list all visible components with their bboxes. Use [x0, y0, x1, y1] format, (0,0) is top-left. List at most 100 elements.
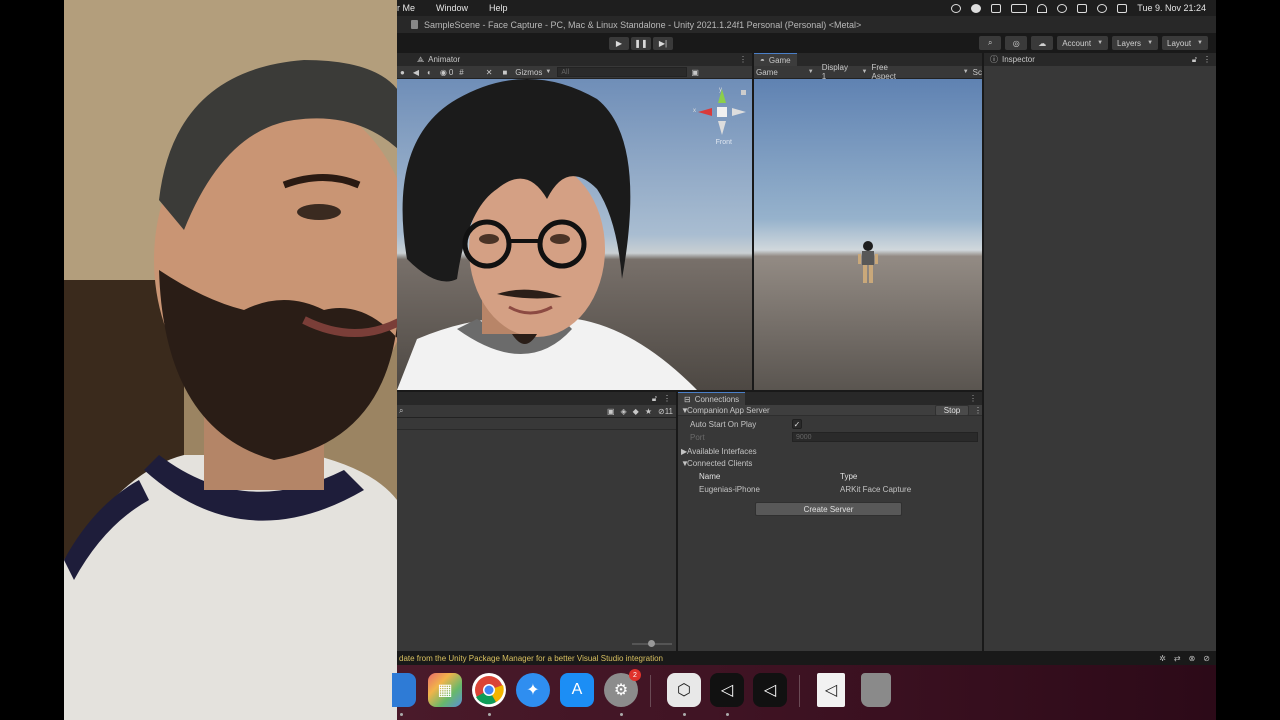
finder-icon[interactable] [392, 673, 416, 707]
client-name[interactable]: Eugenias-iPhone [699, 485, 760, 494]
game-mode-dropdown[interactable]: Game [756, 68, 778, 77]
battery-icon[interactable] [1011, 3, 1028, 13]
cloud-button[interactable]: ☁ [1031, 36, 1054, 50]
play-button[interactable]: ▶ [609, 37, 629, 50]
record-icon[interactable] [971, 3, 982, 13]
panel-divider[interactable] [982, 53, 984, 651]
stop-button[interactable]: Stop [935, 405, 969, 416]
hidden-objects-icon[interactable]: ◉ [440, 68, 447, 77]
server-section-label[interactable]: Companion App Server [687, 406, 770, 415]
tab-inspector[interactable]: ⓘ Inspector [984, 53, 1041, 66]
launchpad-icon[interactable]: ▦ [428, 673, 462, 707]
user-icon[interactable] [1057, 3, 1068, 13]
layer-count: 0 [448, 67, 454, 77]
kebab-menu-icon[interactable]: ⋮ [663, 394, 671, 403]
unity-editor-icon-2[interactable]: ◁ [753, 673, 787, 707]
layout-dropdown[interactable]: Layout ▼ [1162, 36, 1208, 50]
control-center-icon[interactable] [1077, 3, 1088, 13]
camera-icon[interactable]: ■ [502, 68, 507, 77]
layers-dropdown[interactable]: Layers ▼ [1112, 36, 1159, 50]
menu-item-partial[interactable]: r Me [397, 3, 415, 13]
playback-controls: ▶ ❚❚ ▶| [609, 37, 673, 50]
project-panel [397, 418, 676, 651]
auto-start-checkbox[interactable]: ✓ [792, 419, 802, 429]
safari-icon[interactable]: ✦ [516, 673, 550, 707]
unity-menu-icon[interactable] [951, 3, 962, 13]
layers-label: Layers [1117, 38, 1142, 48]
search-icon[interactable] [1097, 3, 1108, 13]
chevron-down-icon: ▼ [1147, 40, 1154, 46]
check-icon[interactable]: ⊘ [1203, 654, 1210, 663]
maximize-icon[interactable]: ▣ [691, 68, 699, 77]
search-button[interactable]: ⌕ [979, 36, 1002, 50]
tools-icon[interactable]: ✕ [486, 68, 493, 77]
window-title-bar: SampleScene - Face Capture - PC, Mac & L… [397, 16, 1216, 33]
siri-icon[interactable] [1117, 3, 1128, 13]
trash-icon[interactable] [861, 673, 891, 707]
debug-icon[interactable]: ✲ [1159, 654, 1166, 663]
scale-slider-label[interactable]: Sc [973, 68, 982, 77]
scene-panel-header: ⟁ Animator ⋮ [397, 53, 752, 66]
favorite-icon[interactable]: ★ [645, 407, 652, 416]
kebab-menu-icon[interactable]: ⋮ [969, 394, 977, 403]
chrome-icon[interactable] [472, 673, 506, 707]
lock-icon[interactable]: 🔓︎ [1192, 55, 1197, 65]
scene-toolbar: ● ◀ ◐ ◉ 0 # ✕ ■ Gizmos ▼ All ▣ [397, 66, 752, 79]
scene-view[interactable]: y x Front [397, 79, 752, 390]
step-button[interactable]: ▶| [653, 37, 673, 50]
connections-icon: ⊟ [684, 394, 691, 404]
unity-editor-icon[interactable]: ◁ [710, 673, 744, 707]
status-bar[interactable]: date from the Unity Package Manager for … [397, 651, 1216, 665]
kebab-menu-icon[interactable]: ⋮ [974, 406, 982, 415]
account-dropdown[interactable]: Account ▼ [1057, 36, 1109, 50]
menu-clock[interactable]: Tue 9. Nov 21:24 [1137, 3, 1206, 13]
pause-button[interactable]: ❚❚ [631, 37, 651, 50]
kebab-menu-icon[interactable]: ⋮ [739, 55, 747, 64]
collab-button[interactable]: ◎ [1005, 36, 1028, 50]
grid-icon[interactable]: # [459, 68, 463, 77]
chevron-down-icon: ▼ [861, 69, 868, 75]
game-view[interactable] [754, 79, 982, 390]
layout-label: Layout [1167, 38, 1192, 48]
orientation-label: Front [715, 139, 732, 146]
project-toolbar: ⌕ ▣ ◈ ◆ ★ ⊘ 11 [397, 405, 676, 418]
scene-search-input[interactable]: All [557, 67, 688, 77]
status-message[interactable]: date from the Unity Package Manager for … [399, 654, 663, 663]
chevron-down-icon: ▼ [962, 69, 969, 75]
menu-item-help[interactable]: Help [489, 3, 508, 13]
collab-status-icon[interactable]: ⊗ [1189, 654, 1196, 663]
filter-by-label-icon[interactable]: ◈ [621, 407, 627, 416]
lock-icon[interactable]: 🔓︎ [652, 394, 657, 404]
filter-by-type-icon[interactable]: ▣ [607, 407, 615, 416]
dock-separator [650, 675, 651, 707]
connected-clients-foldout[interactable]: Connected Clients [687, 459, 752, 468]
system-preferences-icon[interactable]: ⚙ 2 [604, 669, 641, 707]
fx-toggle-icon[interactable]: ◐ [427, 68, 432, 77]
zoom-slider[interactable] [632, 640, 672, 647]
gizmos-dropdown[interactable]: Gizmos [515, 68, 542, 77]
svg-text:x: x [693, 108, 696, 114]
lighting-toggle-icon[interactable]: ● [400, 68, 405, 77]
tab-connections[interactable]: ⊟ Connections [678, 392, 746, 405]
available-interfaces-foldout[interactable]: Available Interfaces [687, 447, 757, 456]
unity-hub-icon[interactable]: ⬡ [667, 673, 701, 707]
tag-icon[interactable]: ◆ [633, 407, 639, 416]
port-field: 9000 [792, 432, 978, 442]
letterbox-left [0, 0, 64, 720]
search-icon[interactable]: ⌕ [399, 406, 403, 416]
zoom-slider-thumb[interactable] [648, 640, 655, 647]
menu-item-window[interactable]: Window [436, 3, 468, 13]
tab-animator[interactable]: ⟁ Animator [411, 53, 466, 66]
svg-text:y: y [719, 87, 722, 93]
create-server-button[interactable]: Create Server [755, 502, 902, 516]
mac-dock: ▦ ✦ A ⚙ 2 ⬡ ◁ ◁ ◁ [392, 665, 1216, 720]
hidden-packages-icon[interactable]: ⊘ [658, 407, 665, 416]
wifi-icon[interactable] [1037, 3, 1048, 13]
stack-icon[interactable] [991, 3, 1002, 13]
unity-document-icon[interactable]: ◁ [817, 673, 845, 707]
progress-icon[interactable]: ⇄ [1174, 654, 1181, 663]
app-store-icon[interactable]: A [560, 673, 594, 707]
kebab-menu-icon[interactable]: ⋮ [1203, 55, 1211, 64]
audio-toggle-icon[interactable]: ◀ [413, 68, 419, 77]
tab-game[interactable]: ◓ Game [754, 53, 797, 66]
